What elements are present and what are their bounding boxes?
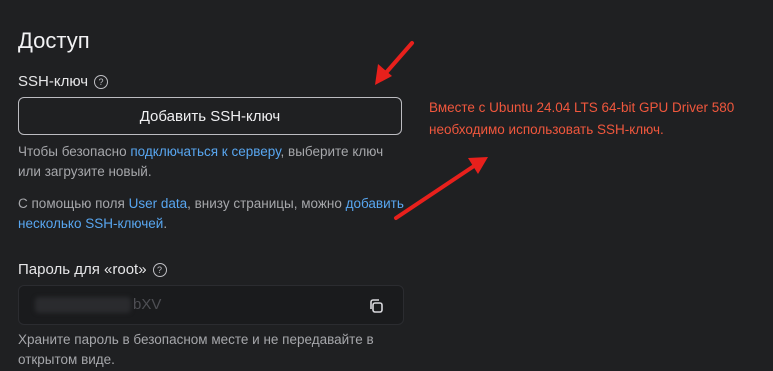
password-visible-value: bXV: [133, 296, 162, 313]
gpu-driver-notice: Вместе с Ubuntu 24.04 LTS 64-bit GPU Dri…: [429, 97, 769, 141]
root-password-field[interactable]: bXV: [18, 285, 404, 325]
password-masked-blur: [35, 297, 131, 313]
hint-text: Чтобы безопасно: [18, 144, 131, 159]
root-password-label: Пароль для «root»: [18, 261, 147, 278]
hint-text: , внизу страницы, можно: [187, 196, 346, 211]
ssh-key-label: SSH-ключ: [18, 73, 89, 90]
add-ssh-key-button[interactable]: Добавить SSH-ключ: [18, 97, 402, 135]
connect-to-server-link[interactable]: подключаться к серверу: [130, 144, 280, 159]
ssh-hint-connect: Чтобы безопасно подключаться к серверу, …: [18, 142, 408, 182]
section-title: Доступ: [18, 28, 90, 53]
copy-icon[interactable]: [367, 297, 385, 315]
password-hint: Храните пароль в безопасном месте и не п…: [18, 332, 374, 367]
user-data-link[interactable]: User data: [129, 196, 188, 211]
help-icon[interactable]: ?: [94, 74, 109, 89]
notice-line: необходимо использовать SSH-ключ.: [429, 122, 664, 137]
annotation-arrow: [375, 41, 414, 85]
root-password-label-row: Пароль для «root» ?: [18, 261, 167, 278]
ssh-key-label-row: SSH-ключ ?: [18, 73, 109, 90]
hint-text: .: [163, 216, 168, 231]
hint-text: С помощью поля: [18, 196, 129, 211]
annotation-arrow: [394, 157, 488, 220]
ssh-hint-userdata: С помощью поля User data, внизу страницы…: [18, 194, 408, 234]
help-icon[interactable]: ?: [152, 262, 167, 277]
notice-line: Вместе с Ubuntu 24.04 LTS 64-bit GPU Dri…: [429, 100, 735, 115]
